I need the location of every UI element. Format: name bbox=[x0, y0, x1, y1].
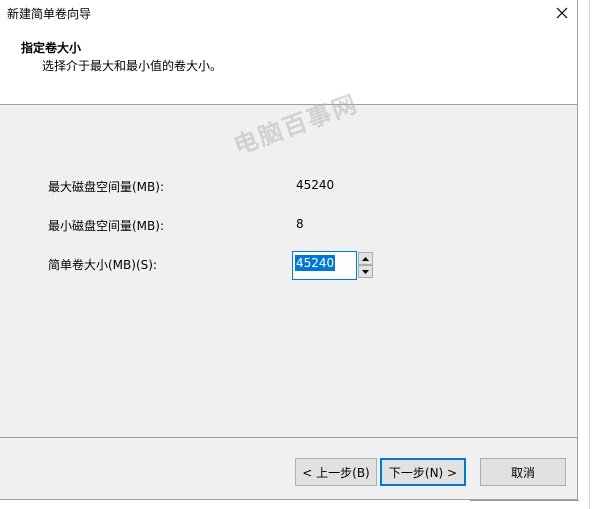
caret-down-icon bbox=[362, 269, 369, 274]
close-button[interactable] bbox=[546, 0, 578, 26]
wizard-header: 指定卷大小 选择介于最大和最小值的卷大小。 bbox=[0, 28, 577, 105]
max-space-label: 最大磁盘空间量(MB): bbox=[48, 180, 164, 194]
back-button[interactable]: < 上一步(B) bbox=[295, 458, 377, 486]
header-subtitle: 选择介于最大和最小值的卷大小。 bbox=[42, 59, 223, 73]
close-icon bbox=[556, 7, 568, 19]
min-space-value: 8 bbox=[296, 217, 304, 231]
cancel-button[interactable]: 取消 bbox=[480, 458, 566, 486]
spin-down-button[interactable] bbox=[358, 265, 373, 278]
spin-up-button[interactable] bbox=[358, 252, 373, 265]
caret-up-icon bbox=[362, 256, 369, 261]
background-window-bottom bbox=[0, 500, 579, 509]
volume-size-spinner: 45240 bbox=[292, 251, 374, 280]
max-space-value: 45240 bbox=[296, 178, 335, 192]
background-window-edge bbox=[579, 0, 600, 509]
title-bar: 新建简单卷向导 bbox=[0, 0, 577, 28]
header-title: 指定卷大小 bbox=[21, 41, 82, 55]
footer-separator bbox=[0, 437, 577, 438]
volume-size-value: 45240 bbox=[295, 255, 336, 271]
min-space-label: 最小磁盘空间量(MB): bbox=[48, 219, 164, 233]
next-button[interactable]: 下一步(N) > bbox=[380, 458, 466, 486]
volume-size-label: 简单卷大小(MB)(S): bbox=[48, 258, 157, 272]
window-title: 新建简单卷向导 bbox=[7, 7, 92, 21]
volume-size-input[interactable]: 45240 bbox=[292, 251, 357, 280]
wizard-dialog: 新建简单卷向导 指定卷大小 选择介于最大和最小值的卷大小。 电脑百事网 最大磁盘… bbox=[0, 0, 578, 500]
